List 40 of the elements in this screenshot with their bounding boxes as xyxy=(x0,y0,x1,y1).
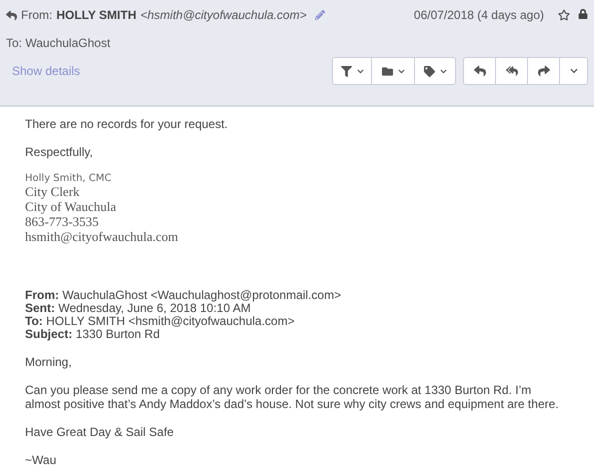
label-button[interactable] xyxy=(414,57,456,85)
caret-icon xyxy=(398,68,404,74)
recipient-line: To: WauchulaGhost xyxy=(6,36,112,50)
message-paragraph: There are no records for your request. xyxy=(25,117,229,131)
quoted-header-line: Subject: 1330 Burton Rd xyxy=(25,328,160,341)
filter-icon xyxy=(340,66,352,76)
sender-name: HOLLY SMITH xyxy=(56,8,136,22)
signature-line: 863-773-3535 xyxy=(25,214,100,229)
tag-icon xyxy=(424,66,434,76)
quoted-paragraph: Can you please send me a copy of any work order for the concrete work at 1330 Burton Rd. I’m almost positive that’s Andy Maddox’s dad’s house. Not sure why city crews and equipment are there. xyxy=(25,383,560,411)
reply-all-icon xyxy=(506,65,518,77)
forward-icon xyxy=(538,65,550,77)
signature-line: hsmith@cityofwauchula.com xyxy=(25,229,180,244)
quoted-header-line: Sent: Wednesday, June 6, 2018 10:10 AM xyxy=(25,302,251,315)
lock-icon xyxy=(578,9,588,19)
sender-address: <hsmith@cityofwauchula.com> xyxy=(140,8,307,22)
signature-line: City of Wauchula xyxy=(25,199,118,214)
caret-icon xyxy=(356,68,364,74)
quoted-paragraph: Have Great Day & Sail Safe xyxy=(25,425,175,439)
reply-icon xyxy=(6,10,17,20)
caret-icon xyxy=(570,67,578,75)
folder-button[interactable] xyxy=(371,57,415,85)
quoted-paragraph: Morning, xyxy=(25,355,73,369)
from-label: From: xyxy=(21,8,52,22)
message-date: 06/07/2018 (4 days ago) xyxy=(414,8,544,22)
reply-icon xyxy=(474,65,486,77)
pencil-icon[interactable] xyxy=(314,10,325,20)
show-details-link[interactable]: Show details xyxy=(6,64,325,78)
quoted-paragraph: ~Wau xyxy=(25,453,58,467)
caret-icon xyxy=(440,68,446,74)
signature-line: City Clerk xyxy=(25,184,81,199)
reply-button[interactable] xyxy=(463,57,496,85)
signature-name: Holly Smith, CMC xyxy=(25,173,112,184)
forward-button[interactable] xyxy=(527,57,560,85)
message-paragraph: Respectfully, xyxy=(25,145,94,159)
filter-button[interactable] xyxy=(332,57,372,85)
folder-icon xyxy=(382,66,392,76)
quoted-header-line: To: HOLLY SMITH <hsmith@cityofwauchula.com> xyxy=(25,315,296,328)
reply-all-button[interactable] xyxy=(495,57,528,85)
quoted-header-line: From: WauchulaGhost <Wauchulaghost@protonmail.com> xyxy=(25,289,342,302)
